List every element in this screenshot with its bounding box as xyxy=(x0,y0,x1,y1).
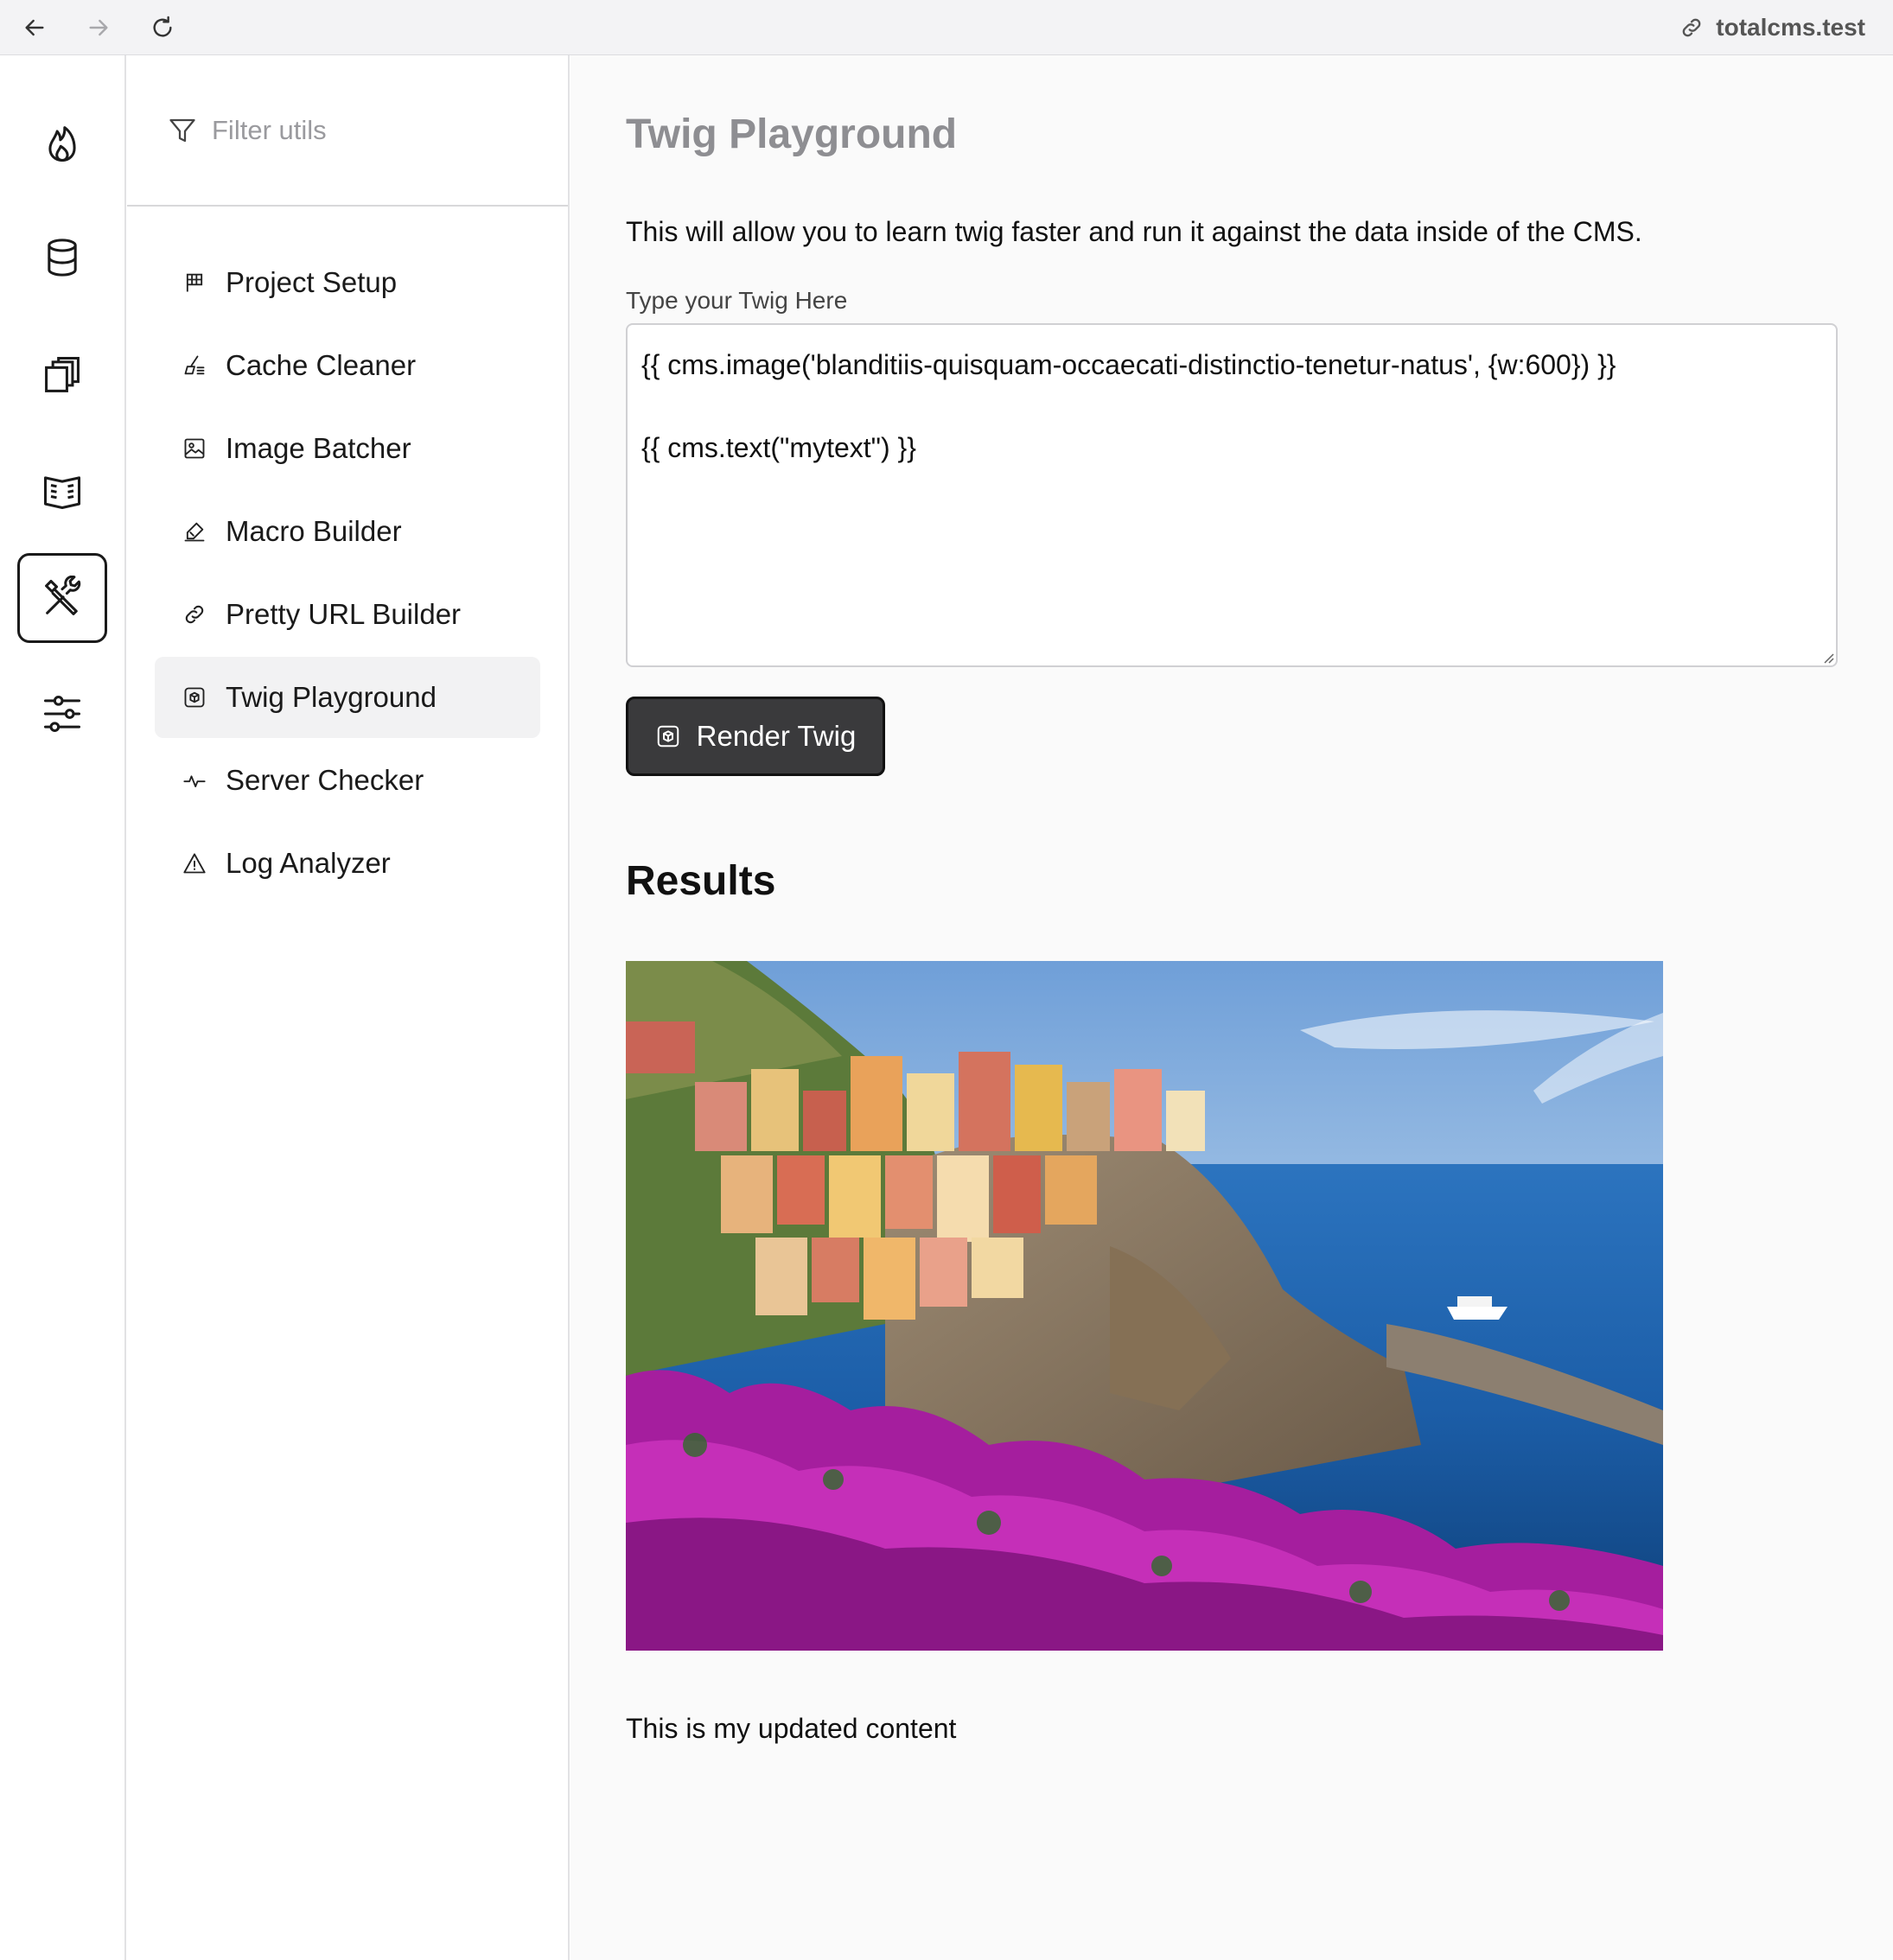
filter-input[interactable] xyxy=(212,114,540,146)
util-item-log-analyzer[interactable]: Log Analyzer xyxy=(155,823,540,904)
resize-handle-icon[interactable] xyxy=(1820,650,1834,664)
copy-icon xyxy=(45,356,80,392)
filter-icon xyxy=(169,118,195,142)
browser-toolbar: totalcms.test xyxy=(0,0,1893,55)
reload-button[interactable] xyxy=(145,10,180,45)
flag-icon xyxy=(186,273,203,292)
rail-docs-button[interactable] xyxy=(17,446,107,536)
link-icon xyxy=(185,605,204,624)
util-item-label: Twig Playground xyxy=(226,681,437,713)
util-item-cache-cleaner[interactable]: Cache Cleaner xyxy=(155,325,540,406)
page-description: This will allow you to learn twig faster… xyxy=(626,216,1642,247)
main-content: Twig Playground This will allow you to l… xyxy=(570,55,1893,1960)
image-icon xyxy=(184,438,205,459)
filter-bar xyxy=(127,55,568,207)
render-twig-button[interactable]: Render Twig xyxy=(626,697,885,776)
app-rail xyxy=(0,55,126,1960)
page-title: Twig Playground xyxy=(626,111,958,157)
sliders-icon xyxy=(43,695,81,733)
twig-editor[interactable]: {{ cms.image('blanditiis-quisquam-occaec… xyxy=(626,323,1838,667)
editor-label: Type your Twig Here xyxy=(626,287,848,314)
reload-icon xyxy=(153,16,172,37)
render-button-label: Render Twig xyxy=(696,720,857,752)
util-item-twig-playground[interactable]: Twig Playground xyxy=(155,657,540,738)
util-item-label: Pretty URL Builder xyxy=(226,598,462,630)
package-icon xyxy=(184,687,205,708)
util-item-label: Project Setup xyxy=(226,266,398,298)
result-image xyxy=(626,961,1663,1651)
tools-icon xyxy=(45,576,81,615)
util-item-macro-builder[interactable]: Macro Builder xyxy=(155,491,540,572)
utility-list: Project Setup Cache Cleaner Image Batche… xyxy=(155,242,540,906)
result-text: This is my updated content xyxy=(626,1713,957,1744)
arrow-right-icon xyxy=(89,19,108,36)
forward-button[interactable] xyxy=(81,10,116,45)
flame-icon xyxy=(48,126,76,162)
rail-utilities-button[interactable] xyxy=(17,553,107,643)
rail-settings-button[interactable] xyxy=(17,669,107,759)
util-item-label: Log Analyzer xyxy=(226,847,391,879)
util-item-server-checker[interactable]: Server Checker xyxy=(155,740,540,821)
url-text: totalcms.test xyxy=(1716,14,1865,41)
package-icon xyxy=(657,725,679,748)
util-item-project-setup[interactable]: Project Setup xyxy=(155,242,540,323)
rail-collections-button[interactable] xyxy=(17,213,107,302)
pulse-icon xyxy=(183,775,206,787)
broom-icon xyxy=(184,355,205,375)
database-icon xyxy=(48,239,77,277)
util-item-label: Image Batcher xyxy=(226,432,411,464)
results-heading: Results xyxy=(626,858,776,904)
pencil-ruler-icon xyxy=(184,522,205,542)
code-line: {{ cms.text("mytext") }} xyxy=(641,432,916,463)
book-icon xyxy=(43,476,81,510)
link-icon xyxy=(1682,18,1701,37)
back-button[interactable] xyxy=(17,10,52,45)
address-bar[interactable]: totalcms.test xyxy=(1679,12,1865,43)
arrow-left-icon xyxy=(25,19,44,36)
code-line: {{ cms.image('blanditiis-quisquam-occaec… xyxy=(641,349,1616,380)
util-item-label: Cache Cleaner xyxy=(226,349,417,381)
util-item-pretty-url-builder[interactable]: Pretty URL Builder xyxy=(155,574,540,655)
rail-dashboard-button[interactable] xyxy=(17,99,107,188)
util-item-image-batcher[interactable]: Image Batcher xyxy=(155,408,540,489)
util-item-label: Macro Builder xyxy=(226,515,402,547)
util-item-label: Server Checker xyxy=(226,764,424,796)
rail-templates-button[interactable] xyxy=(17,330,107,420)
warning-icon xyxy=(183,853,206,874)
utilities-sidebar: Project Setup Cache Cleaner Image Batche… xyxy=(127,55,570,1960)
